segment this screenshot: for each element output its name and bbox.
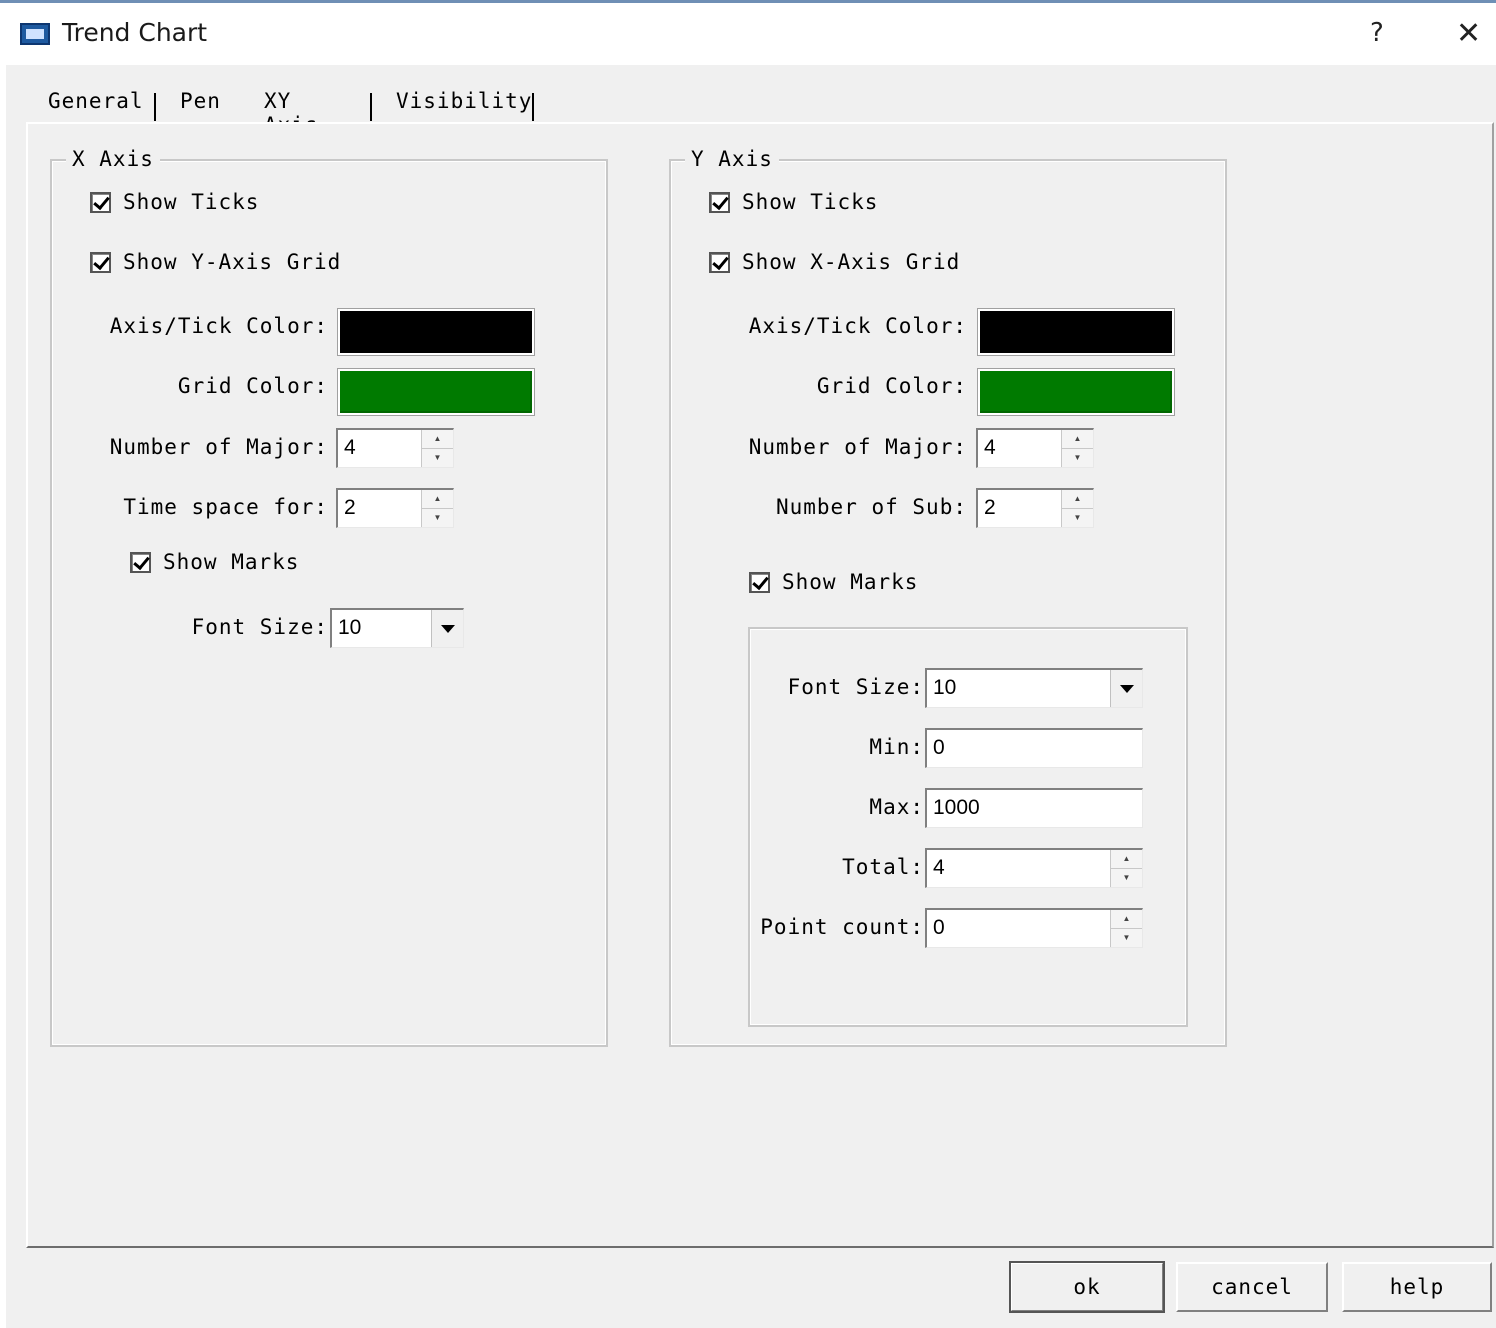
y-show-marks-label: Show Marks [782, 570, 919, 594]
title-bar: Trend Chart ? ✕ [0, 3, 1496, 65]
ok-button[interactable]: ok [1009, 1261, 1165, 1313]
x-time-space-label: Time space for: [123, 495, 328, 519]
x-grid-color-label: Grid Color: [177, 374, 328, 398]
y-point-count-label: Point count: [760, 915, 924, 939]
y-axis-tick-color-swatch[interactable] [977, 308, 1175, 356]
spinner-buttons: ▲ ▼ [1110, 850, 1142, 887]
y-number-of-major-value: 4 [984, 436, 996, 459]
y-min-input[interactable]: 0 [925, 728, 1143, 768]
y-total-value: 4 [933, 856, 945, 879]
chevron-down-icon[interactable] [431, 610, 463, 647]
y-number-of-major-spinner[interactable]: 4 ▲ ▼ [976, 428, 1094, 468]
y-font-size-select[interactable]: 10 [925, 668, 1143, 708]
tab-pen[interactable]: Pen [180, 89, 221, 113]
y-min-label: Min: [869, 735, 924, 759]
x-axis-legend: X Axis [66, 147, 160, 171]
tab-divider [532, 93, 534, 121]
y-axis-legend: Y Axis [685, 147, 779, 171]
spin-up-icon[interactable]: ▲ [1111, 850, 1142, 869]
y-show-ticks-label: Show Ticks [742, 190, 879, 214]
help-icon[interactable]: ? [1370, 18, 1384, 48]
spin-up-icon[interactable]: ▲ [1062, 430, 1093, 449]
y-axis-tick-color-label: Axis/Tick Color: [748, 314, 967, 338]
x-font-size-value: 10 [338, 616, 362, 639]
checkbox-check-icon [709, 191, 730, 213]
x-grid-color-swatch[interactable] [337, 368, 535, 416]
x-axis-group: X Axis [50, 147, 608, 1047]
y-font-size-label: Font Size: [787, 675, 924, 699]
spin-up-icon[interactable]: ▲ [422, 490, 453, 509]
spinner-buttons: ▲ ▼ [1110, 910, 1142, 947]
chevron-down-icon[interactable] [1110, 670, 1142, 707]
y-show-grid-checkbox[interactable]: Show X-Axis Grid [709, 250, 960, 274]
spin-down-icon[interactable]: ▼ [1111, 869, 1142, 888]
spinner-buttons: ▲ ▼ [421, 430, 453, 467]
tab-xy-axis[interactable]: XY Axis [256, 83, 327, 137]
y-number-of-sub-value: 2 [984, 496, 996, 519]
tab-visibility[interactable]: Visibility [396, 89, 532, 113]
y-total-label: Total: [842, 855, 924, 879]
y-grid-color-label: Grid Color: [816, 374, 967, 398]
y-number-of-sub-spinner[interactable]: 2 ▲ ▼ [976, 488, 1094, 528]
x-show-ticks-checkbox[interactable]: Show Ticks [90, 190, 259, 214]
x-number-of-major-spinner[interactable]: 4 ▲ ▼ [336, 428, 454, 468]
checkbox-check-icon [90, 251, 111, 273]
y-number-of-sub-label: Number of Sub: [775, 495, 967, 519]
x-show-marks-label: Show Marks [163, 550, 300, 574]
x-show-marks-checkbox[interactable]: Show Marks [130, 550, 299, 574]
x-time-space-value: 2 [344, 496, 356, 519]
y-show-ticks-checkbox[interactable]: Show Ticks [709, 190, 878, 214]
y-show-marks-checkbox[interactable]: Show Marks [749, 570, 918, 594]
window-title: Trend Chart [62, 18, 208, 47]
x-font-size-select[interactable]: 10 [330, 608, 464, 648]
tab-divider [154, 93, 156, 121]
x-axis-tick-color-label: Axis/Tick Color: [109, 314, 328, 338]
checkbox-check-icon [90, 191, 111, 213]
checkbox-check-icon [749, 571, 770, 593]
y-point-count-spinner[interactable]: 0 ▲ ▼ [925, 908, 1143, 948]
spinner-buttons: ▲ ▼ [421, 490, 453, 527]
tab-divider [370, 93, 372, 121]
x-number-of-major-label: Number of Major: [109, 435, 328, 459]
y-show-grid-label: Show X-Axis Grid [742, 250, 961, 274]
spin-up-icon[interactable]: ▲ [1062, 490, 1093, 509]
spinner-buttons: ▲ ▼ [1061, 490, 1093, 527]
help-button[interactable]: help [1342, 1262, 1492, 1312]
y-max-value: 1000 [933, 796, 980, 819]
y-min-value: 0 [933, 736, 945, 759]
y-grid-color-swatch[interactable] [977, 368, 1175, 416]
y-font-size-value: 10 [933, 676, 957, 699]
x-number-of-major-value: 4 [344, 436, 356, 459]
x-axis-tick-color-swatch[interactable] [337, 308, 535, 356]
x-show-grid-label: Show Y-Axis Grid [123, 250, 342, 274]
app-icon [20, 23, 50, 45]
spin-down-icon[interactable]: ▼ [1062, 449, 1093, 468]
y-max-input[interactable]: 1000 [925, 788, 1143, 828]
spin-up-icon[interactable]: ▲ [1111, 910, 1142, 929]
checkbox-check-icon [709, 251, 730, 273]
close-icon[interactable]: ✕ [1456, 16, 1481, 51]
spin-down-icon[interactable]: ▼ [1111, 929, 1142, 948]
y-point-count-value: 0 [933, 916, 945, 939]
y-max-label: Max: [869, 795, 924, 819]
tab-general[interactable]: General [48, 89, 144, 113]
x-show-grid-checkbox[interactable]: Show Y-Axis Grid [90, 250, 341, 274]
cancel-button[interactable]: cancel [1176, 1262, 1328, 1312]
y-total-spinner[interactable]: 4 ▲ ▼ [925, 848, 1143, 888]
checkbox-check-icon [130, 551, 151, 573]
x-time-space-spinner[interactable]: 2 ▲ ▼ [336, 488, 454, 528]
spinner-buttons: ▲ ▼ [1061, 430, 1093, 467]
y-number-of-major-label: Number of Major: [748, 435, 967, 459]
spin-down-icon[interactable]: ▼ [1062, 509, 1093, 528]
spin-down-icon[interactable]: ▼ [422, 449, 453, 468]
spin-up-icon[interactable]: ▲ [422, 430, 453, 449]
x-show-ticks-label: Show Ticks [123, 190, 260, 214]
spin-down-icon[interactable]: ▼ [422, 509, 453, 528]
x-font-size-label: Font Size: [191, 615, 328, 639]
